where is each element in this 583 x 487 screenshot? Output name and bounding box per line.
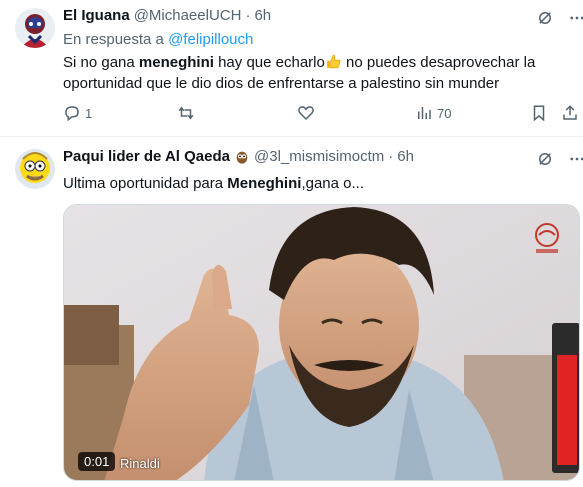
more-icon[interactable] [568,150,583,168]
watermark-logo [535,223,559,253]
tweet-top-actions [536,150,583,168]
avatar[interactable] [15,149,55,189]
grok-icon[interactable] [536,150,554,168]
text-part: ,gana o... [301,175,364,192]
timestamp[interactable]: 6h [397,148,414,165]
video-player[interactable]: 0:01 Rinaldi [63,204,580,481]
owl-icon [236,151,248,164]
tweet-header: Paqui lider de Al Qaeda @3l_mismisimoctm… [63,148,414,165]
author-name[interactable]: Paqui lider de Al Qaeda [63,148,230,165]
author-handle[interactable]: @3l_mismisimoctm [254,148,384,165]
tweet-text: Ultima oportunidad para Meneghini,gana o… [63,173,563,194]
separator-dot: · [388,148,394,165]
video-caption: Rinaldi [120,456,160,471]
text-part: Ultima oportunidad para [63,175,228,192]
tweet-2[interactable]: Paqui lider de Al Qaeda @3l_mismisimoctm… [0,0,583,487]
video-timestamp: 0:01 [78,452,116,471]
highlight-text: Meneghini [227,175,302,192]
video-frame [64,205,579,480]
